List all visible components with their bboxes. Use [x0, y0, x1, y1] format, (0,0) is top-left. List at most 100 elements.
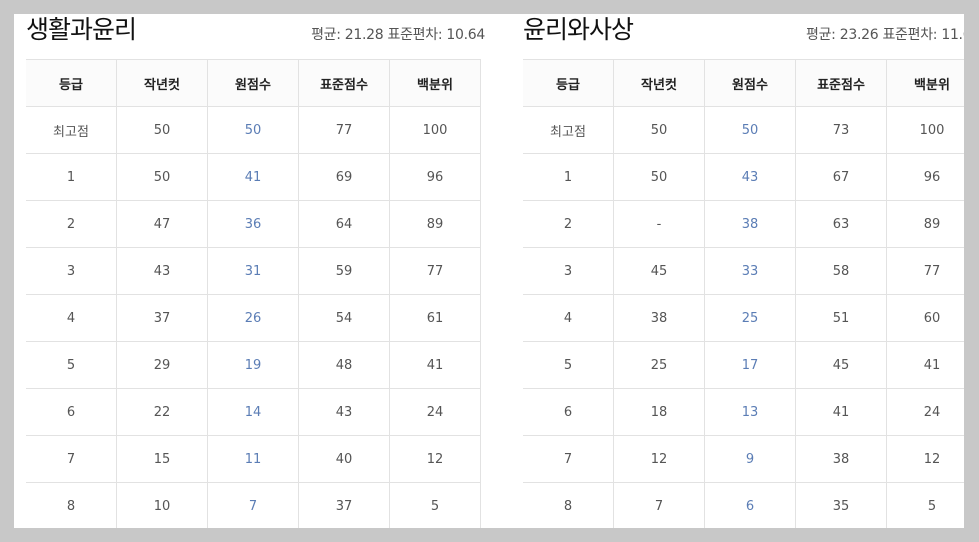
- percentile-cell: 12: [886, 435, 964, 483]
- last-year-cut-cell: 22: [116, 388, 208, 436]
- header-row: 등급 작년컷 원점수 표준점수 백분위: [523, 59, 964, 107]
- column-header: 작년컷: [613, 59, 705, 107]
- percentile-cell: 89: [389, 200, 481, 248]
- table-row: 2-38 63 89: [523, 200, 964, 248]
- grade-cell: 2: [26, 200, 117, 248]
- standard-score-cell: 63: [795, 200, 887, 248]
- last-year-cut-cell: 50: [116, 106, 208, 154]
- panel-stats: 평균: 21.28 표준편차: 10.64: [311, 27, 485, 43]
- table-row: 최고점 50 50 73 100: [523, 106, 964, 154]
- last-year-cut-cell: 45: [613, 247, 705, 295]
- panel-title: 생활과윤리: [26, 15, 137, 44]
- standard-score-cell: 69: [298, 153, 390, 201]
- last-year-cut-cell: 12: [613, 435, 705, 483]
- last-year-cut-cell: -: [613, 200, 705, 248]
- grade-cell: 1: [523, 153, 614, 201]
- grade-cell: 최고점: [523, 106, 614, 154]
- table-row: 1 50 43 67 96: [523, 153, 964, 201]
- grade-cell: 6: [26, 388, 117, 436]
- column-header: 등급: [523, 59, 614, 107]
- percentile-cell: 77: [886, 247, 964, 295]
- grade-cell: 8: [523, 482, 614, 528]
- table-row: 3 43 31 59 77: [26, 247, 481, 295]
- percentile-cell: 61: [389, 294, 481, 342]
- grade-cut-sheet: 생활과윤리 평균: 21.28 표준편차: 10.64 등급 작년컷 원점수 표준점수…: [14, 14, 964, 528]
- grade-cell: 7: [523, 435, 614, 483]
- column-header: 원점수: [207, 59, 299, 107]
- grade-cell: 1: [26, 153, 117, 201]
- table-row: 6 22 14 43 24: [26, 388, 481, 436]
- grade-cell: 6: [523, 388, 614, 436]
- grade-cell: 7: [26, 435, 117, 483]
- column-header: 표준점수: [298, 59, 390, 107]
- standard-score-cell: 43: [298, 388, 390, 436]
- grade-cell: 5: [26, 341, 117, 389]
- raw-score-cell: 19: [207, 341, 299, 389]
- raw-score-cell: 9: [704, 435, 796, 483]
- table-row: 8 7 6 35 5: [523, 482, 964, 528]
- raw-score-cell: 33: [704, 247, 796, 295]
- table-row: 5 25 17 45 41: [523, 341, 964, 389]
- percentile-cell: 41: [389, 341, 481, 389]
- raw-score-cell: 7: [207, 482, 299, 528]
- raw-score-cell: 11: [207, 435, 299, 483]
- percentile-cell: 60: [886, 294, 964, 342]
- column-header: 작년컷: [116, 59, 208, 107]
- panel-stats: 평균: 23.26 표준편차: 11.63: [806, 27, 964, 43]
- grade-cell: 4: [26, 294, 117, 342]
- grade-table: 등급 작년컷 원점수 표준점수 백분위 최고점 50 50 73 100 1 50 43 67 96 2-3…: [523, 59, 964, 528]
- standard-score-cell: 41: [795, 388, 887, 436]
- column-header: 백분위: [389, 59, 481, 107]
- last-year-cut-cell: 37: [116, 294, 208, 342]
- raw-score-cell: 6: [704, 482, 796, 528]
- grade-table: 등급 작년컷 원점수 표준점수 백분위 최고점 50 50 77 100 1 50 41 69 96 2 47…: [26, 59, 481, 528]
- standard-score-cell: 64: [298, 200, 390, 248]
- table-row: 2 47 36 64 89: [26, 200, 481, 248]
- table-row: 7 15 11 40 12: [26, 435, 481, 483]
- last-year-cut-cell: 25: [613, 341, 705, 389]
- raw-score-cell: 31: [207, 247, 299, 295]
- column-header: 백분위: [886, 59, 964, 107]
- percentile-cell: 96: [886, 153, 964, 201]
- header-row: 등급 작년컷 원점수 표준점수 백분위: [26, 59, 481, 107]
- table-row: 4 37 26 54 61: [26, 294, 481, 342]
- raw-score-cell: 43: [704, 153, 796, 201]
- standard-score-cell: 59: [298, 247, 390, 295]
- last-year-cut-cell: 18: [613, 388, 705, 436]
- standard-score-cell: 45: [795, 341, 887, 389]
- table-row: 1 50 41 69 96: [26, 153, 481, 201]
- last-year-cut-cell: 50: [613, 153, 705, 201]
- percentile-cell: 5: [389, 482, 481, 528]
- raw-score-cell: 13: [704, 388, 796, 436]
- table-row: 3 45 33 58 77: [523, 247, 964, 295]
- percentile-cell: 77: [389, 247, 481, 295]
- raw-score-cell: 38: [704, 200, 796, 248]
- raw-score-cell: 50: [704, 106, 796, 154]
- last-year-cut-cell: 38: [613, 294, 705, 342]
- standard-score-cell: 67: [795, 153, 887, 201]
- column-header: 원점수: [704, 59, 796, 107]
- grade-cell: 3: [26, 247, 117, 295]
- percentile-cell: 5: [886, 482, 964, 528]
- last-year-cut-cell: 10: [116, 482, 208, 528]
- raw-score-cell: 36: [207, 200, 299, 248]
- percentile-cell: 12: [389, 435, 481, 483]
- percentile-cell: 24: [886, 388, 964, 436]
- table-row: 5 29 19 48 41: [26, 341, 481, 389]
- standard-score-cell: 77: [298, 106, 390, 154]
- table-row: 4 38 25 51 60: [523, 294, 964, 342]
- percentile-cell: 24: [389, 388, 481, 436]
- standard-score-cell: 51: [795, 294, 887, 342]
- standard-score-cell: 35: [795, 482, 887, 528]
- percentile-cell: 100: [389, 106, 481, 154]
- grade-cell: 5: [523, 341, 614, 389]
- standard-score-cell: 37: [298, 482, 390, 528]
- last-year-cut-cell: 15: [116, 435, 208, 483]
- standard-score-cell: 58: [795, 247, 887, 295]
- last-year-cut-cell: 29: [116, 341, 208, 389]
- column-header: 등급: [26, 59, 117, 107]
- raw-score-cell: 14: [207, 388, 299, 436]
- standard-score-cell: 40: [298, 435, 390, 483]
- grade-cell: 2: [523, 200, 614, 248]
- column-header: 표준점수: [795, 59, 887, 107]
